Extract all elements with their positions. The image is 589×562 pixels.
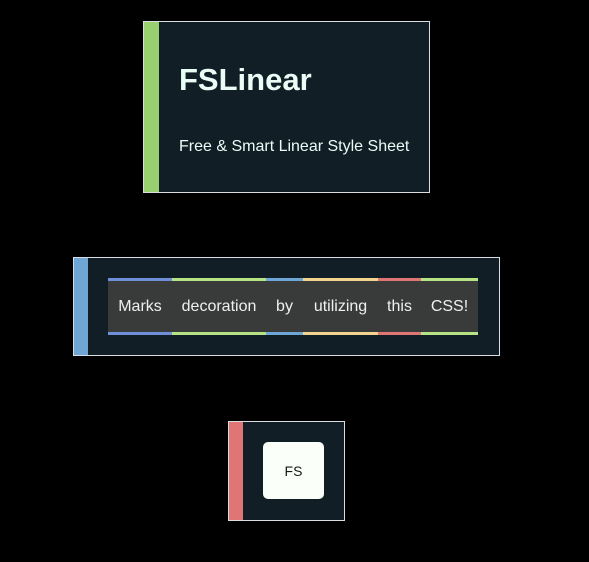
hero-accent-bar (144, 22, 159, 192)
marked-word: decoration (172, 278, 266, 335)
marks-accent-bar (74, 258, 88, 355)
fs-tile: FS (263, 442, 324, 499)
hero-title: FSLinear (179, 62, 312, 97)
fs-accent-bar (229, 422, 243, 520)
marked-word: CSS! (421, 278, 478, 335)
marked-word: utilizing (303, 278, 378, 335)
marks-card: Marks decoration by utilizing this CSS! (73, 257, 500, 356)
marked-word: Marks (108, 278, 172, 335)
marked-word-row: Marks decoration by utilizing this CSS! (108, 278, 478, 335)
hero-card: FSLinear Free & Smart Linear Style Sheet (143, 21, 430, 193)
hero-subtitle: Free & Smart Linear Style Sheet (179, 138, 410, 155)
marked-word: this (378, 278, 421, 335)
marked-word: by (266, 278, 303, 335)
fs-card: FS (228, 421, 345, 521)
